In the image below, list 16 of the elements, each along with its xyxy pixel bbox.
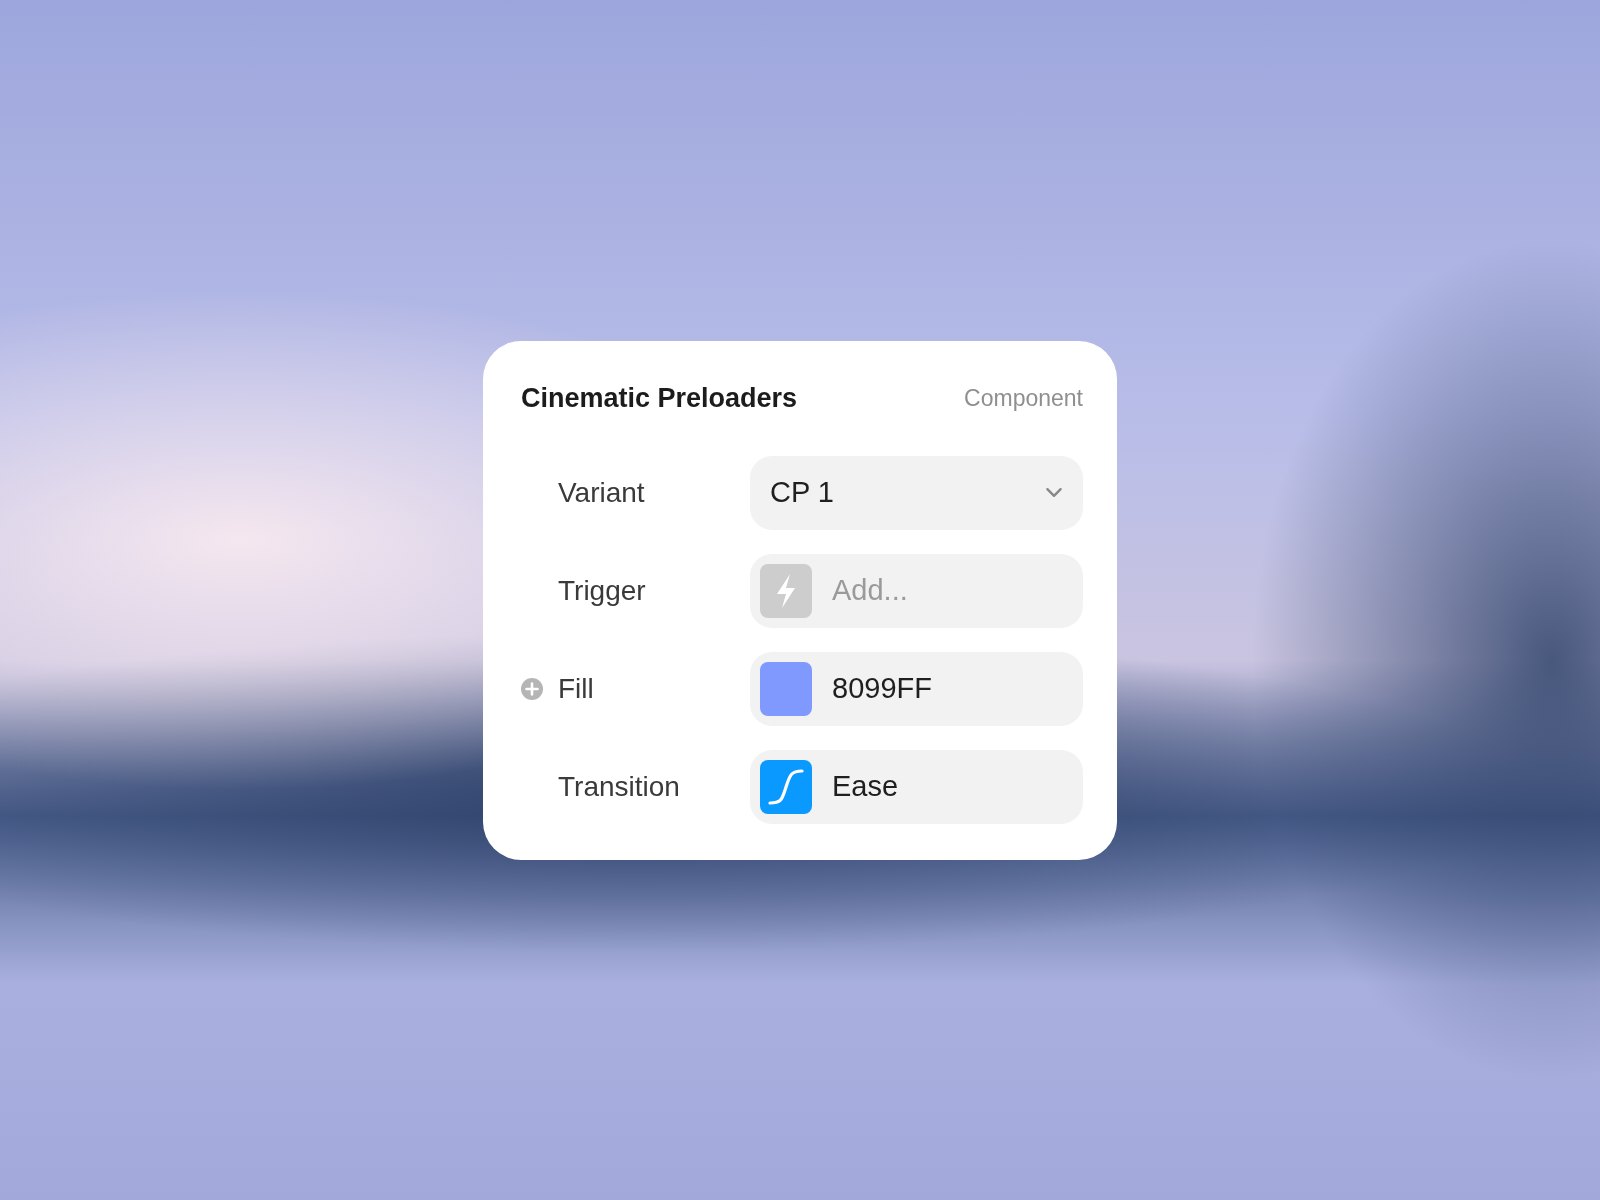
property-label: Trigger <box>558 574 646 607</box>
color-swatch[interactable] <box>760 661 812 716</box>
transition-field[interactable]: Ease <box>750 749 1083 824</box>
trigger-field[interactable]: Add... <box>750 553 1083 628</box>
lightning-bolt-icon <box>760 563 812 618</box>
property-label: Transition <box>558 770 680 803</box>
panel-title: Cinematic Preloaders <box>521 383 798 414</box>
fill-color-field[interactable]: 8099FF <box>750 651 1083 726</box>
chevron-down-icon <box>1045 487 1063 498</box>
variant-dropdown[interactable]: CP 1 <box>750 455 1083 530</box>
property-label: Variant <box>558 476 645 509</box>
property-label: Fill <box>558 672 594 705</box>
ease-curve-icon <box>760 759 812 814</box>
trigger-input[interactable]: Add... <box>832 574 1032 607</box>
add-icon[interactable] <box>521 677 543 700</box>
panel-subtitle: Component <box>964 385 1083 412</box>
